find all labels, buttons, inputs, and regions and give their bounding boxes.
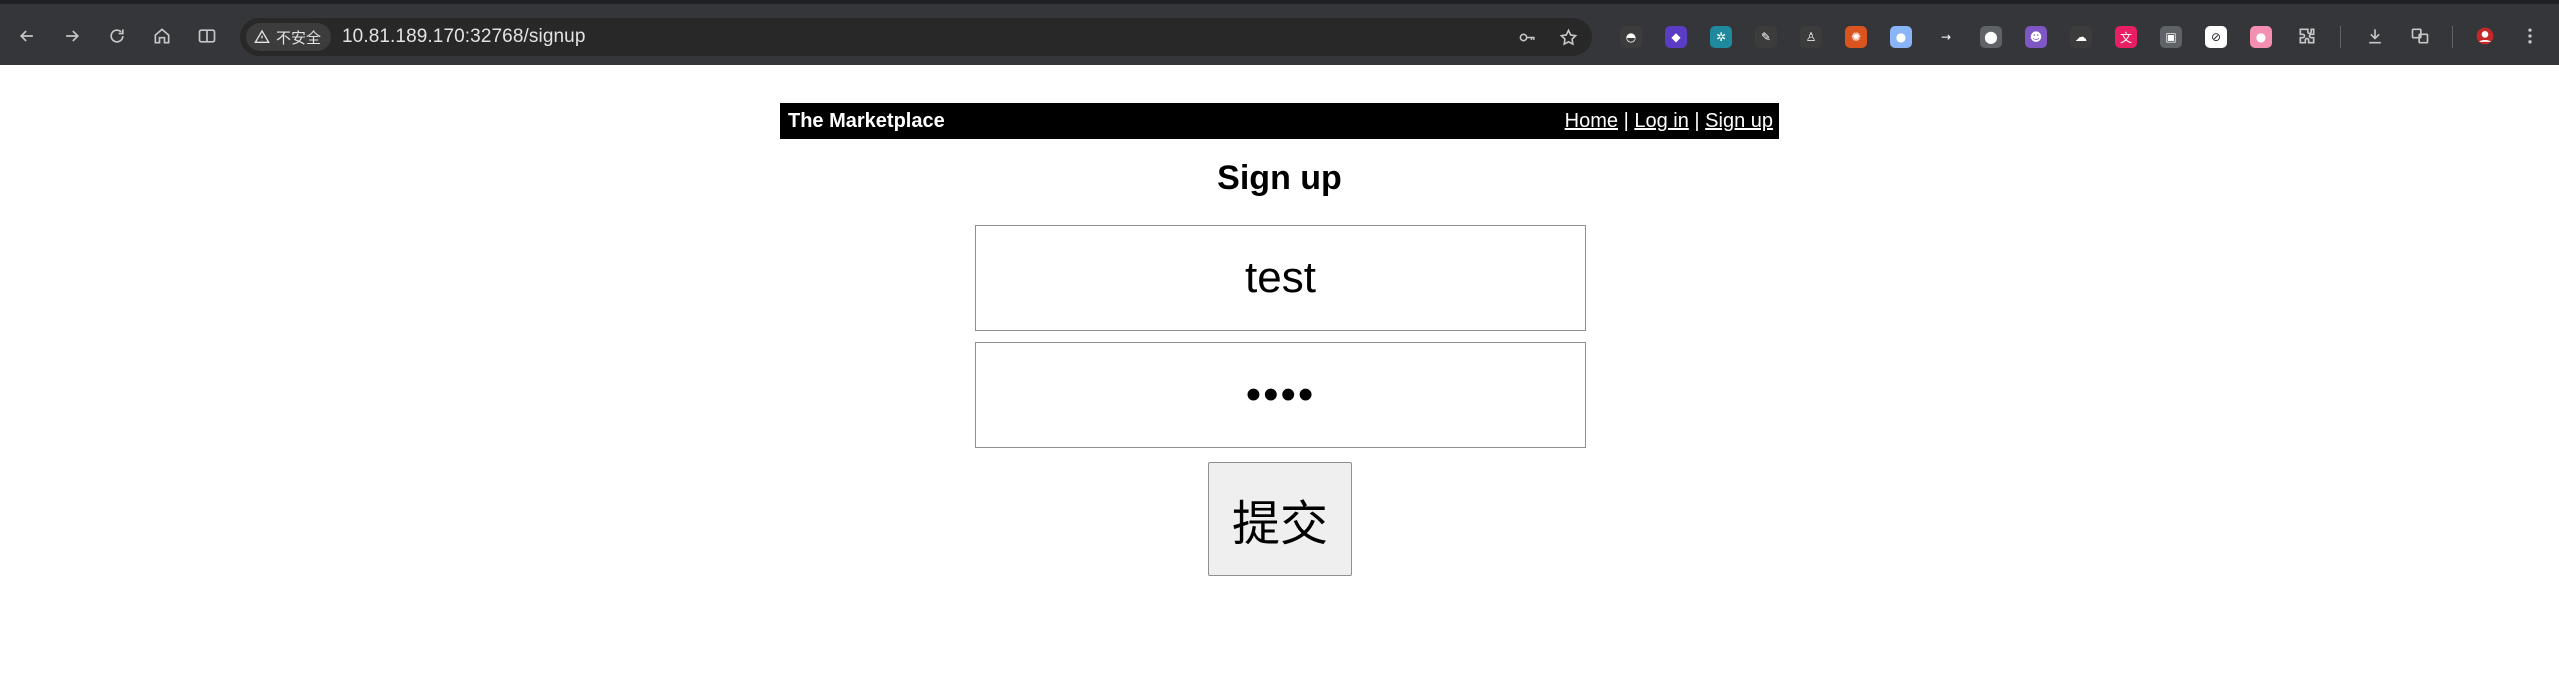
feather-icon[interactable]: ✎ xyxy=(1755,26,1777,48)
nav-link-login[interactable]: Log in xyxy=(1634,110,1689,132)
translate-page-icon[interactable] xyxy=(2402,18,2438,54)
page-title: Sign up xyxy=(1217,159,1342,197)
person-icon[interactable]: ♙ xyxy=(1800,26,1822,48)
dot-icon[interactable]: ● xyxy=(2250,26,2272,48)
password-key-icon[interactable] xyxy=(1515,25,1539,49)
split-view-icon[interactable] xyxy=(189,18,225,54)
hat-icon[interactable]: ◓ xyxy=(1620,26,1642,48)
download-icon[interactable] xyxy=(2357,18,2393,54)
translate-icon[interactable]: 文 xyxy=(2115,26,2137,48)
username-input[interactable] xyxy=(975,225,1586,331)
nav-link-signup[interactable]: Sign up xyxy=(1705,110,1773,132)
password-input[interactable] xyxy=(975,342,1586,448)
image-icon[interactable]: ▣ xyxy=(2160,26,2182,48)
site-header: The Marketplace Home | Log in | Sign up xyxy=(780,103,1779,139)
reload-icon[interactable] xyxy=(99,18,135,54)
submit-button[interactable]: 提交 xyxy=(1208,462,1352,576)
extensions-puzzle-icon[interactable] xyxy=(2289,18,2325,54)
gear-square-icon[interactable]: ✲ xyxy=(1710,26,1732,48)
toolbar-divider xyxy=(2340,26,2341,48)
site-title: The Marketplace xyxy=(788,110,945,132)
forward-icon[interactable] xyxy=(54,18,90,54)
security-label: 不安全 xyxy=(276,29,322,47)
cloud-icon[interactable]: ☁ xyxy=(2070,26,2092,48)
url-text[interactable]: 10.81.189.170:32768/signup xyxy=(342,18,586,56)
warning-icon xyxy=(254,29,270,43)
block-icon[interactable]: ⊘ xyxy=(2205,26,2227,48)
badge-icon[interactable]: ⬤ xyxy=(1980,26,2002,48)
nav-separator: | xyxy=(1694,110,1700,132)
security-chip[interactable]: 不安全 xyxy=(246,23,332,51)
back-icon[interactable] xyxy=(9,18,45,54)
home-icon[interactable] xyxy=(144,18,180,54)
arrow-icon[interactable]: → xyxy=(1935,26,1957,48)
nav-separator: | xyxy=(1623,110,1629,132)
circle-icon[interactable]: ● xyxy=(1890,26,1912,48)
site-nav: Home | Log in | Sign up xyxy=(1565,103,1773,139)
toolbar-divider xyxy=(2452,26,2453,48)
nav-link-home[interactable]: Home xyxy=(1565,110,1618,132)
cookie-icon[interactable]: ✺ xyxy=(1845,26,1867,48)
address-bar[interactable]: 不安全 10.81.189.170:32768/signup xyxy=(240,18,1592,56)
menu-kebab-icon[interactable] xyxy=(2512,18,2548,54)
browser-toolbar: 不安全 10.81.189.170:32768/signup ◓ ◆ ✲ ✎ ♙ ✺ ● → ⬤… xyxy=(0,0,2559,65)
bookmark-star-icon[interactable] xyxy=(1556,25,1580,49)
profile-avatar-icon[interactable] xyxy=(2467,18,2503,54)
devil-icon[interactable]: ☻ xyxy=(2025,26,2047,48)
diamond-icon[interactable]: ◆ xyxy=(1665,26,1687,48)
